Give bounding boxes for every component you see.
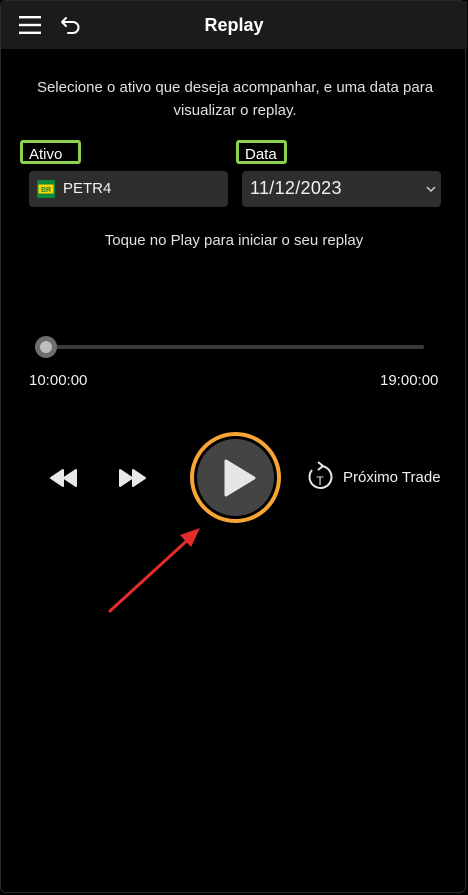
- chevron-down-icon: [426, 186, 436, 193]
- fast-forward-button[interactable]: [116, 467, 148, 489]
- next-trade-label: Próximo Trade: [343, 469, 441, 486]
- annotation-arrow: [108, 528, 200, 613]
- logo-text: BR: [41, 187, 51, 194]
- petrobras-logo-icon: BR: [37, 180, 55, 198]
- date-label: Data: [236, 140, 287, 164]
- next-trade-icon-letter: T: [316, 474, 324, 488]
- play-button[interactable]: [197, 439, 274, 516]
- next-trade-icon: T: [308, 461, 333, 489]
- play-hint-text: Toque no Play para iniciar o seu replay: [104, 232, 364, 249]
- date-select-field[interactable]: 11/12/2023: [242, 171, 441, 207]
- timeline-slider-thumb[interactable]: [35, 336, 57, 358]
- timeline-slider-track[interactable]: [46, 345, 424, 349]
- instructions-text: Selecione o ativo que deseja acompanhar,…: [36, 79, 434, 119]
- fast-forward-icon: [119, 469, 146, 487]
- rewind-icon: [50, 469, 77, 487]
- date-value: 11/12/2023: [250, 178, 342, 198]
- app-bar: Replay: [1, 1, 467, 49]
- page-title: Replay: [204, 15, 264, 35]
- play-icon: [224, 459, 256, 497]
- rewind-button[interactable]: [48, 467, 80, 489]
- asset-value: PETR4: [63, 180, 112, 197]
- next-trade-button[interactable]: T Próximo Trade: [304, 461, 454, 495]
- asset-select-field[interactable]: BR PETR4: [29, 171, 228, 207]
- asset-label: Ativo: [20, 140, 81, 164]
- start-time: 10:00:00: [29, 372, 88, 389]
- end-time: 19:00:00: [380, 372, 439, 389]
